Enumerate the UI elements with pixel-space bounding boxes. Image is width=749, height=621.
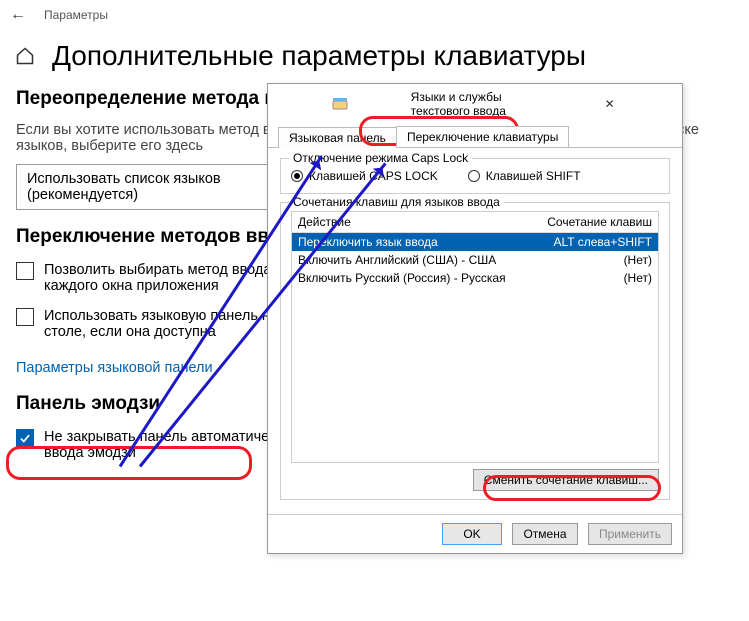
top-bar: ← Параметры — [0, 0, 749, 30]
topbar-label: Параметры — [44, 8, 108, 22]
back-icon[interactable]: ← — [10, 6, 26, 24]
table-header: Действие Сочетание клавиш — [291, 211, 659, 233]
cell-keys: ALT слева+SHIFT — [554, 235, 653, 249]
cancel-button[interactable]: Отмена — [512, 523, 577, 545]
table-row[interactable]: Переключить язык ввода ALT слева+SHIFT — [292, 233, 658, 251]
radio-icon — [468, 170, 480, 182]
radio-icon — [291, 170, 303, 182]
dialog-footer: OK Отмена Применить — [268, 514, 682, 553]
radio-capslock[interactable]: Клавишей CAPS LOCK — [291, 169, 438, 183]
dialog-body: Отключение режима Caps Lock Клавишей CAP… — [268, 148, 682, 514]
lang-panel-link[interactable]: Параметры языковой панели — [16, 360, 213, 376]
change-hotkey-button[interactable]: Сменить сочетание клавиш... — [473, 469, 659, 491]
dialog-tabs: Языковая панель Переключение клавиатуры — [268, 124, 682, 148]
keyboard-icon — [276, 96, 405, 112]
text-services-dialog: Языки и службы текстового ввода ✕ Языков… — [267, 83, 683, 554]
change-hotkey-row: Сменить сочетание клавиш... — [291, 469, 659, 491]
cell-keys: (Нет) — [624, 271, 652, 285]
group-legend: Сочетания клавиш для языков ввода — [289, 195, 504, 209]
radio-label: Клавишей CAPS LOCK — [309, 169, 438, 183]
group-legend: Отключение режима Caps Lock — [289, 151, 472, 165]
default-method-dropdown[interactable]: Использовать список языков (рекомендуетс… — [16, 164, 276, 210]
cell-keys: (Нет) — [624, 253, 652, 267]
home-icon[interactable] — [14, 45, 36, 67]
col-action: Действие — [298, 215, 351, 229]
page-title: Дополнительные параметры клавиатуры — [52, 40, 586, 72]
tab-language-panel[interactable]: Языковая панель — [278, 127, 397, 148]
table-body[interactable]: Переключить язык ввода ALT слева+SHIFT Вк… — [291, 233, 659, 463]
group-capslock: Отключение режима Caps Lock Клавишей CAP… — [280, 158, 670, 194]
checkbox-icon — [16, 262, 34, 280]
close-icon[interactable]: ✕ — [545, 97, 674, 111]
group-hotkeys: Сочетания клавиш для языков ввода Действ… — [280, 202, 670, 500]
radio-shift[interactable]: Клавишей SHIFT — [468, 169, 581, 183]
cell-action: Включить Английский (США) - США — [298, 253, 496, 267]
col-keys: Сочетание клавиш — [547, 215, 652, 229]
checkbox-icon — [16, 308, 34, 326]
dialog-titlebar: Языки и службы текстового ввода ✕ — [268, 84, 682, 124]
tab-keyboard-switch[interactable]: Переключение клавиатуры — [396, 126, 569, 147]
radio-label: Клавишей SHIFT — [486, 169, 581, 183]
checkbox-icon — [16, 429, 34, 447]
cell-action: Включить Русский (Россия) - Русская — [298, 271, 506, 285]
title-row: Дополнительные параметры клавиатуры — [14, 40, 735, 72]
table-row[interactable]: Включить Английский (США) - США (Нет) — [292, 251, 658, 269]
apply-button[interactable]: Применить — [588, 523, 672, 545]
table-row[interactable]: Включить Русский (Россия) - Русская (Нет) — [292, 269, 658, 287]
cell-action: Переключить язык ввода — [298, 235, 438, 249]
ok-button[interactable]: OK — [442, 523, 502, 545]
dialog-title: Языки и службы текстового ввода — [411, 90, 540, 118]
